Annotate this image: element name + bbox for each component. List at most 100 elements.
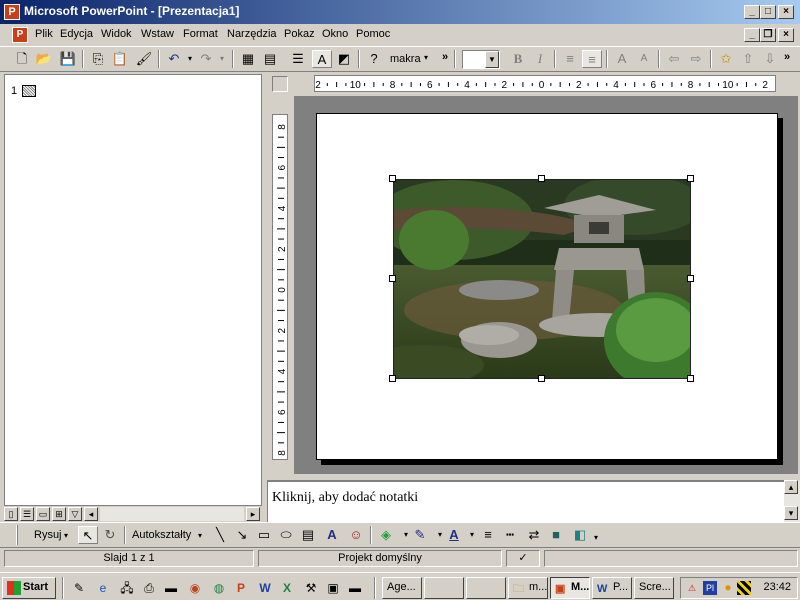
powerpoint-quick-icon[interactable]: P [232,579,250,597]
increase-font-icon[interactable]: A [612,50,632,68]
align-center-icon[interactable]: ≡ [582,50,602,68]
line-style-icon[interactable]: ≡ [478,526,498,544]
menu-format[interactable]: Format [183,28,218,40]
menu-plik[interactable]: Plik [35,28,53,40]
free-rotate-icon[interactable]: ↻ [100,526,120,544]
select-pointer-icon[interactable]: ↖ [78,526,98,544]
drive-icon[interactable]: ▬ [162,579,180,597]
line-spacing-icon[interactable]: ☰ [288,50,308,68]
task-button-screenshot[interactable]: Scre... [634,577,674,599]
menu-pomoc[interactable]: Pomoc [356,28,390,40]
arrow-tool-icon[interactable]: ↘ [232,526,252,544]
text-box-icon[interactable]: ▤ [298,526,318,544]
menu-widok[interactable]: Widok [101,28,132,40]
internet-explorer-icon[interactable]: e [94,579,112,597]
toolbar-overflow-icon[interactable]: » [784,51,790,63]
help-icon[interactable]: ? [364,50,384,68]
italic-icon[interactable]: I [530,50,550,68]
tray-security-icon[interactable] [737,581,751,595]
rectangle-tool-icon[interactable]: ▭ [254,526,274,544]
clip-art-icon[interactable]: ☺ [346,526,366,544]
decrease-font-icon[interactable]: A [634,50,654,68]
task-button-folder[interactable]: 🗀 m... [508,577,548,599]
save-icon[interactable]: 💾 [58,50,78,68]
move-up-icon[interactable]: ⇧ [738,50,758,68]
word-quick-icon[interactable]: W [256,579,274,597]
outline-pane[interactable]: 1 [4,74,262,506]
scroll-down-icon[interactable]: ▾ [784,506,798,520]
tools-icon[interactable]: ⚒ [302,579,320,597]
text-direction-icon[interactable]: A [312,50,332,68]
resize-handle-bottom[interactable] [538,375,545,382]
horizontal-scrollbar-track[interactable] [100,507,244,521]
drawbar-overflow-icon[interactable]: ▾ [594,533,598,542]
normal-view-icon[interactable]: ▯ [4,507,18,521]
3d-icon[interactable]: ◧ [570,526,590,544]
drive2-icon[interactable]: ▬ [346,579,364,597]
spelling-status-icon[interactable]: ✓ [506,550,540,567]
close-button[interactable]: × [778,5,794,19]
doc-close-button[interactable]: × [778,28,794,42]
maximize-button[interactable]: □ [760,5,776,19]
wordart-icon[interactable]: A [322,526,342,544]
notes-pane[interactable]: Kliknij, aby dodać notatki [267,480,784,522]
scroll-right-icon[interactable]: ▸ [246,507,260,521]
promote-icon[interactable]: ⇦ [664,50,684,68]
new-slide-icon[interactable]: ▤ [260,50,280,68]
task-button-word[interactable]: W P... [592,577,632,599]
demote-icon[interactable]: ⇨ [686,50,706,68]
outline-view-icon[interactable]: ☰ [20,507,34,521]
oval-tool-icon[interactable]: ⬭ [276,526,296,544]
table-icon[interactable]: ▦ [238,50,258,68]
slide-sorter-view-icon[interactable]: ⊞ [52,507,66,521]
resize-handle-top-left[interactable] [389,175,396,182]
menu-wstaw[interactable]: Wstaw [141,28,174,40]
toolbar-grip[interactable] [16,525,18,545]
resize-handle-top-right[interactable] [687,175,694,182]
dash-style-icon[interactable]: ┅ [500,526,520,544]
arrow-style-icon[interactable]: ⇄ [524,526,544,544]
powerpoint-app-icon[interactable]: P [4,4,20,20]
notes-scrollbar[interactable]: ▴ ▾ [784,480,800,522]
resize-handle-right[interactable] [687,275,694,282]
scroll-left-icon[interactable]: ◂ [84,507,98,521]
menu-okno[interactable]: Okno [322,28,348,40]
tray-star-icon[interactable]: ✸ [721,581,735,595]
start-button[interactable]: Start [2,577,56,599]
terminal-icon[interactable]: ▣ [324,579,342,597]
menu-narzedzia[interactable]: Narzędzia [227,28,277,40]
slide-view-icon[interactable]: ▭ [36,507,50,521]
excel-quick-icon[interactable]: X [278,579,296,597]
grayscale-icon[interactable]: ◩ [334,50,354,68]
menu-edycja[interactable]: Edycja [60,28,93,40]
show-desktop-icon[interactable]: ✎ [70,579,88,597]
task-button-blank-1[interactable] [424,577,464,599]
font-size-combo[interactable]: ▼ [462,50,500,69]
document-icon[interactable]: P [12,27,28,43]
align-left-icon[interactable]: ≡ [560,50,580,68]
open-icon[interactable]: 📂 [34,50,54,68]
macro-dropdown-icon[interactable]: ▾ [424,53,428,62]
task-button-agent[interactable]: Age... [382,577,422,599]
language-indicator[interactable]: Pl [703,581,717,595]
redo-dropdown-icon[interactable]: ▾ [212,50,232,68]
printer-icon[interactable]: ⎙ [140,579,158,597]
animation-effects-icon[interactable]: ✩ [716,50,736,68]
resize-handle-top[interactable] [538,175,545,182]
autoshapes-dropdown-icon[interactable]: ▾ [198,531,202,540]
autoshapes-menu-button[interactable]: Autokształty [132,529,191,541]
network-icon[interactable]: 🖧 [118,579,136,597]
resize-handle-left[interactable] [389,275,396,282]
menu-pokaz[interactable]: Pokaz [284,28,315,40]
doc-minimize-button[interactable]: _ [744,28,760,42]
slide-icon[interactable] [22,85,36,97]
line-tool-icon[interactable]: ╲ [210,526,230,544]
format-painter-icon[interactable]: 🖌 [134,50,154,68]
scroll-up-icon[interactable]: ▴ [784,480,798,494]
tray-alert-icon[interactable]: ⚠ [685,581,699,595]
line-color-icon[interactable]: ✎ [410,526,430,544]
resize-handle-bottom-right[interactable] [687,375,694,382]
task-button-powerpoint[interactable]: ▣ M... [550,577,590,599]
copy-icon[interactable]: ⎘ [88,50,108,68]
bold-icon[interactable]: B [508,50,528,68]
